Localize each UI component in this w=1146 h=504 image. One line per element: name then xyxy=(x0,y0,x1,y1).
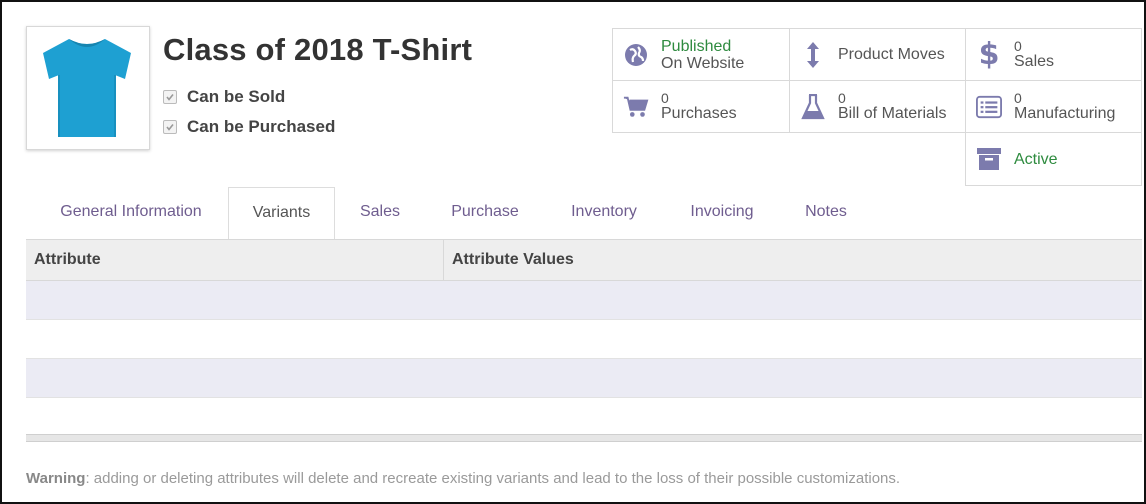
sales-label: Sales xyxy=(1014,52,1055,70)
notebook-tabs: General Information Variants Sales Purch… xyxy=(26,187,1142,241)
published-status: Published xyxy=(661,37,732,55)
tab-invoicing[interactable]: Invoicing xyxy=(672,187,772,239)
on-website-label: On Website xyxy=(661,54,745,72)
sales-count: 0 xyxy=(1014,37,1022,54)
tab-inventory[interactable]: Inventory xyxy=(554,187,654,239)
bill-of-materials-button[interactable]: 0 Bill of Materials xyxy=(789,80,966,133)
column-divider xyxy=(443,240,444,280)
attributes-table: Attribute Attribute Values xyxy=(26,239,1142,442)
checkbox-checked-icon[interactable] xyxy=(163,120,177,134)
manufacturing-count: 0 xyxy=(1014,89,1022,106)
purchases-label: Purchases xyxy=(661,104,737,122)
warning-text: : adding or deleting attributes will del… xyxy=(85,470,901,487)
purchases-button[interactable]: 0 Purchases xyxy=(612,80,790,133)
checkbox-checked-icon[interactable] xyxy=(163,90,177,104)
column-header-attribute-values[interactable]: Attribute Values xyxy=(452,251,574,269)
list-icon xyxy=(976,94,1002,120)
table-footer xyxy=(26,434,1142,442)
table-row[interactable] xyxy=(26,320,1142,359)
product-title[interactable]: Class of 2018 T-Shirt xyxy=(163,32,472,68)
purchases-count: 0 xyxy=(661,89,669,106)
product-image[interactable] xyxy=(26,26,150,150)
active-label: Active xyxy=(1014,150,1058,168)
table-row[interactable] xyxy=(26,281,1142,320)
can-be-purchased-label: Can be Purchased xyxy=(187,117,336,136)
globe-icon xyxy=(623,42,649,68)
table-row[interactable] xyxy=(26,359,1142,398)
tab-notes[interactable]: Notes xyxy=(788,187,864,239)
bom-label: Bill of Materials xyxy=(838,104,947,122)
product-moves-label: Product Moves xyxy=(838,46,945,63)
flask-icon xyxy=(800,93,826,120)
updown-arrow-icon xyxy=(800,41,826,68)
active-toggle-button[interactable]: Active xyxy=(965,132,1142,186)
manufacturing-button[interactable]: 0 Manufacturing xyxy=(965,80,1142,133)
column-header-attribute[interactable]: Attribute xyxy=(34,251,101,269)
product-form: Class of 2018 T-Shirt Can be Sold Can be… xyxy=(0,0,1146,504)
warning-label: Warning xyxy=(26,470,86,487)
sales-button[interactable]: $ 0 Sales xyxy=(965,28,1142,81)
can-be-sold-flag[interactable]: Can be Sold xyxy=(163,87,285,107)
manufacturing-label: Manufacturing xyxy=(1014,104,1116,122)
tab-variants[interactable]: Variants xyxy=(228,187,335,241)
cart-icon xyxy=(623,94,649,120)
tab-general-information[interactable]: General Information xyxy=(36,187,226,239)
can-be-sold-label: Can be Sold xyxy=(187,87,286,106)
website-published-button[interactable]: Published On Website xyxy=(612,28,790,81)
can-be-purchased-flag[interactable]: Can be Purchased xyxy=(163,117,335,137)
tab-sales[interactable]: Sales xyxy=(344,187,416,239)
archive-icon xyxy=(976,146,1002,172)
tab-purchase[interactable]: Purchase xyxy=(432,187,538,239)
bom-count: 0 xyxy=(838,89,846,106)
product-moves-button[interactable]: Product Moves xyxy=(789,28,966,81)
table-header: Attribute Attribute Values xyxy=(26,239,1142,281)
variants-warning: Warning: adding or deleting attributes w… xyxy=(26,470,900,487)
dollar-icon: $ xyxy=(978,37,1000,72)
tshirt-icon xyxy=(43,39,131,137)
